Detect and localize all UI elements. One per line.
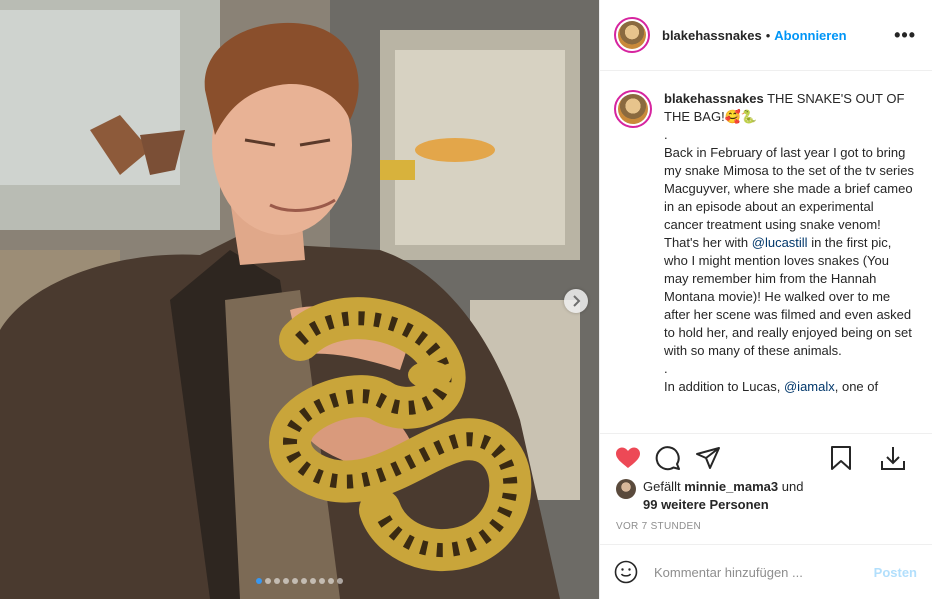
- next-slide-button[interactable]: [564, 289, 588, 313]
- post-side-panel: blakehassnakes • Abonnieren ••• blakehas…: [599, 0, 932, 599]
- carousel-dot: [256, 578, 262, 584]
- post-dialog: blakehassnakes • Abonnieren ••• blakehas…: [0, 0, 932, 599]
- avatar[interactable]: [614, 17, 650, 53]
- caption-body-2: in the first pic, who I might mention lo…: [664, 235, 912, 358]
- comment-input[interactable]: [654, 564, 874, 580]
- post-photo[interactable]: [0, 0, 599, 599]
- likes-prefix: Gefällt: [643, 479, 685, 494]
- username-link[interactable]: blakehassnakes: [662, 28, 762, 43]
- follow-button[interactable]: Abonnieren: [774, 28, 846, 43]
- separator-dot: •: [765, 27, 771, 43]
- share-icon[interactable]: [694, 444, 722, 472]
- carousel-dot: [301, 578, 307, 584]
- bookmark-icon[interactable]: [827, 444, 855, 472]
- carousel-dot: [292, 578, 298, 584]
- snake-photo-image: [0, 0, 599, 599]
- comment-icon[interactable]: [654, 444, 682, 472]
- download-icon[interactable]: [879, 444, 907, 472]
- mention-link-lucastill[interactable]: @lucastill: [752, 235, 808, 250]
- likes-others[interactable]: 99 weitere Personen: [643, 497, 769, 512]
- more-options-icon[interactable]: •••: [894, 25, 916, 46]
- carousel-dot: [328, 578, 334, 584]
- heart-icon[interactable]: [614, 444, 642, 472]
- add-comment-bar: Posten: [600, 544, 932, 599]
- carousel-dot: [265, 578, 271, 584]
- caption-area[interactable]: blakehassnakes THE SNAKE'S OUT OF THE BA…: [600, 72, 932, 432]
- chevron-right-icon: [573, 295, 581, 307]
- caption-dot: .: [664, 127, 668, 142]
- mention-link-iamalx[interactable]: @iamalx: [784, 379, 835, 394]
- likes-mid: und: [778, 479, 804, 494]
- carousel-dot: [337, 578, 343, 584]
- caption-username[interactable]: blakehassnakes: [664, 91, 764, 106]
- carousel-dot: [310, 578, 316, 584]
- carousel-dot: [319, 578, 325, 584]
- carousel-indicator: [0, 578, 599, 584]
- carousel-dot: [283, 578, 289, 584]
- post-timestamp[interactable]: VOR 7 STUNDEN: [616, 521, 701, 532]
- carousel-dot: [274, 578, 280, 584]
- caption-avatar[interactable]: [614, 90, 652, 128]
- caption-body-3: In addition to Lucas,: [664, 379, 784, 394]
- action-bar: [600, 433, 932, 481]
- post-comment-button[interactable]: Posten: [874, 565, 917, 580]
- emoji-icon[interactable]: [614, 560, 638, 584]
- liker-username[interactable]: minnie_mama3: [684, 479, 778, 494]
- caption-text: blakehassnakes THE SNAKE'S OUT OF THE BA…: [664, 90, 914, 432]
- likes-summary[interactable]: Gefällt minnie_mama3 und 99 weitere Pers…: [616, 478, 803, 514]
- caption-dot: .: [664, 361, 668, 376]
- liker-avatar: [616, 479, 636, 499]
- caption-body-4: , one of: [834, 379, 879, 394]
- post-header: blakehassnakes • Abonnieren •••: [600, 0, 932, 71]
